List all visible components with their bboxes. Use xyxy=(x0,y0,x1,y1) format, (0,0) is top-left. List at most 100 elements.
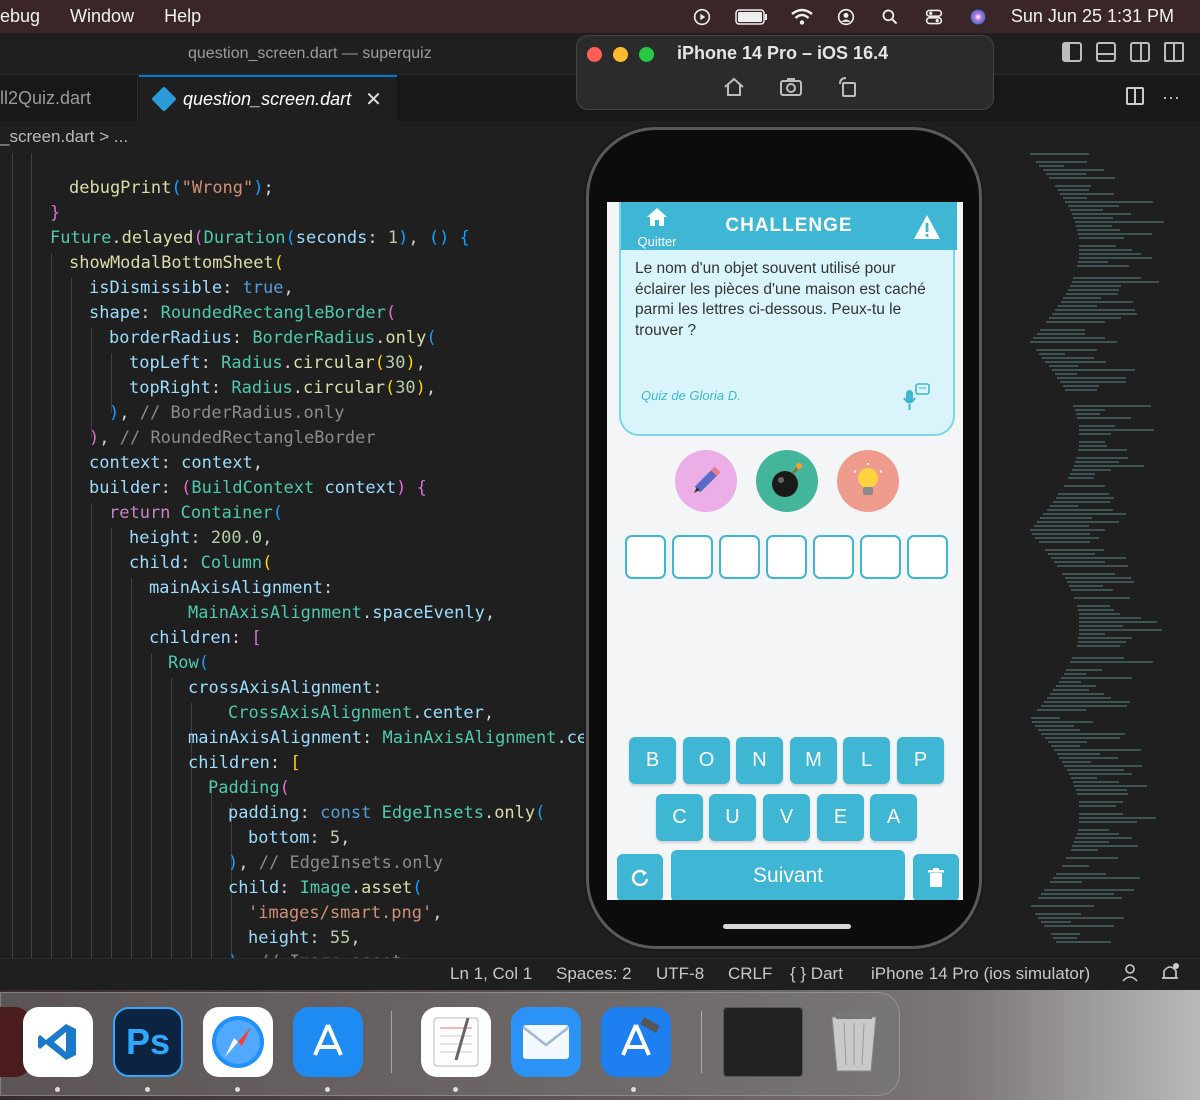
menu-help[interactable]: Help xyxy=(164,6,201,27)
letter-key[interactable]: C xyxy=(656,794,703,841)
code-line-23[interactable]: mainAxisAlignment: MainAxisAlignment.cen xyxy=(188,726,597,751)
customize-layout-icon[interactable] xyxy=(1164,42,1184,62)
tab-question-screen[interactable]: question_screen.dart ✕ xyxy=(139,75,397,121)
status-indentation[interactable]: Spaces: 2 xyxy=(556,964,632,984)
letter-key[interactable]: O xyxy=(683,737,730,784)
minimap[interactable] xyxy=(1020,153,1190,958)
code-line-12[interactable]: context: context, xyxy=(89,451,263,476)
code-line-29[interactable]: child: Image.asset( xyxy=(228,876,423,901)
letter-key[interactable]: U xyxy=(709,794,756,841)
xcode-icon[interactable] xyxy=(601,1007,671,1077)
status-cursor-position[interactable]: Ln 1, Col 1 xyxy=(450,964,532,984)
control-center-icon[interactable] xyxy=(923,8,945,26)
code-line-6[interactable]: shape: RoundedRectangleBorder( xyxy=(89,301,396,326)
answer-slot[interactable] xyxy=(766,535,807,579)
code-line-9[interactable]: topRight: Radius.circular(30), xyxy=(129,376,436,401)
code-line-27[interactable]: bottom: 5, xyxy=(248,826,350,851)
simulator-window[interactable]: iPhone 14 Pro – iOS 16.4 xyxy=(576,35,994,110)
notifications-bell-icon[interactable] xyxy=(1160,962,1180,989)
code-line-26[interactable]: padding: const EdgeInsets.only( xyxy=(228,801,545,826)
code-line-25[interactable]: Padding( xyxy=(208,776,290,801)
code-line-18[interactable]: MainAxisAlignment.spaceEvenly, xyxy=(188,601,495,626)
more-actions-icon[interactable]: ··· xyxy=(1162,87,1180,108)
code-line-31[interactable]: height: 55, xyxy=(248,926,361,951)
code-line-10[interactable]: ), // BorderRadius.only xyxy=(109,401,344,426)
code-line-22[interactable]: CrossAxisAlignment.center, xyxy=(228,701,494,726)
toggle-primary-sidebar-icon[interactable] xyxy=(1062,42,1082,62)
photoshop-icon[interactable]: Ps xyxy=(113,1007,183,1077)
menu-window[interactable]: Window xyxy=(70,6,134,27)
answer-slot[interactable] xyxy=(672,535,713,579)
breadcrumb[interactable]: _screen.dart > ... xyxy=(0,121,1200,153)
screenshot-icon[interactable] xyxy=(779,76,803,98)
code-line-11[interactable]: ), // RoundedRectangleBorder xyxy=(89,426,376,451)
play-icon[interactable] xyxy=(691,8,713,26)
search-icon[interactable] xyxy=(879,8,901,26)
toggle-secondary-sidebar-icon[interactable] xyxy=(1130,42,1150,62)
siri-icon[interactable] xyxy=(967,8,989,26)
code-line-16[interactable]: child: Column( xyxy=(129,551,272,576)
lightbulb-icon[interactable] xyxy=(837,450,899,512)
code-line-15[interactable]: height: 200.0, xyxy=(129,526,272,551)
code-line-21[interactable]: crossAxisAlignment: xyxy=(188,676,382,701)
refresh-button[interactable] xyxy=(617,854,663,900)
warning-icon[interactable] xyxy=(913,214,941,240)
vscode-icon[interactable] xyxy=(23,1007,93,1077)
window-preview[interactable] xyxy=(723,1007,803,1077)
letter-key[interactable]: P xyxy=(897,737,944,784)
trash-icon[interactable] xyxy=(819,1007,889,1077)
letter-key[interactable]: V xyxy=(763,794,810,841)
code-line-24[interactable]: children: [ xyxy=(188,751,301,776)
code-line-13[interactable]: builder: (BuildContext context) { xyxy=(89,476,427,501)
letter-key[interactable]: B xyxy=(629,737,676,784)
next-button[interactable]: Suivant xyxy=(671,850,905,900)
minimize-window-button[interactable] xyxy=(613,47,628,62)
code-line-4[interactable]: showModalBottomSheet( xyxy=(69,251,284,276)
textedit-icon[interactable] xyxy=(421,1007,491,1077)
answer-slot[interactable] xyxy=(907,535,948,579)
code-line-20[interactable]: Row( xyxy=(168,651,209,676)
tab-quiz-file[interactable]: ll2Quiz.dart xyxy=(0,75,138,121)
split-editor-icon[interactable] xyxy=(1126,87,1145,105)
code-line-19[interactable]: children: [ xyxy=(149,626,262,651)
battery-icon[interactable] xyxy=(735,8,769,26)
code-line-30[interactable]: 'images/smart.png', xyxy=(248,901,442,926)
code-line-5[interactable]: isDismissible: true, xyxy=(89,276,294,301)
answer-slot[interactable] xyxy=(719,535,760,579)
letter-key[interactable]: L xyxy=(843,737,890,784)
zoom-window-button[interactable] xyxy=(639,47,654,62)
mail-icon[interactable] xyxy=(511,1007,581,1077)
code-line-7[interactable]: borderRadius: BorderRadius.only( xyxy=(109,326,437,351)
delete-button[interactable] xyxy=(913,854,959,900)
code-line-32[interactable]: ), // Image.asset xyxy=(228,950,402,958)
pencil-icon[interactable] xyxy=(675,450,737,512)
menu-debug[interactable]: ebug xyxy=(0,6,40,27)
close-window-button[interactable] xyxy=(587,47,602,62)
menubar-clock[interactable]: Sun Jun 25 1:31 PM xyxy=(1011,6,1174,27)
status-device[interactable]: iPhone 14 Pro (ios simulator) xyxy=(871,964,1090,984)
home-indicator[interactable] xyxy=(723,924,851,929)
rotate-icon[interactable] xyxy=(837,76,859,98)
answer-slot[interactable] xyxy=(813,535,854,579)
status-encoding[interactable]: UTF-8 xyxy=(656,964,704,984)
bomb-icon[interactable] xyxy=(756,450,818,512)
app-store-icon[interactable] xyxy=(293,1007,363,1077)
voice-icon[interactable] xyxy=(901,382,931,412)
letter-key[interactable]: E xyxy=(817,794,864,841)
status-language[interactable]: { } Dart xyxy=(790,964,843,984)
letter-key[interactable]: N xyxy=(736,737,783,784)
safari-icon[interactable] xyxy=(203,1007,273,1077)
letter-key[interactable]: M xyxy=(790,737,837,784)
answer-slot[interactable] xyxy=(860,535,901,579)
code-line-28[interactable]: ), // EdgeInsets.only xyxy=(228,851,443,876)
breadcrumb-path[interactable]: _screen.dart > ... xyxy=(0,127,128,146)
toggle-panel-icon[interactable] xyxy=(1096,42,1116,62)
code-line-8[interactable]: topLeft: Radius.circular(30), xyxy=(129,351,426,376)
answer-slot[interactable] xyxy=(625,535,666,579)
close-tab-icon[interactable]: ✕ xyxy=(365,87,382,112)
code-line-2[interactable]: } xyxy=(50,201,60,226)
home-icon[interactable] xyxy=(723,76,745,98)
code-line-1[interactable]: debugPrint("Wrong"); xyxy=(69,176,274,201)
code-line-14[interactable]: return Container( xyxy=(109,501,283,526)
letter-key[interactable]: A xyxy=(870,794,917,841)
